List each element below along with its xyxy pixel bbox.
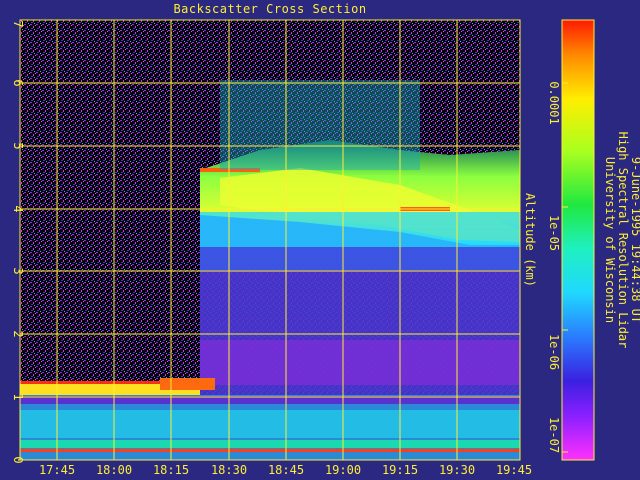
y-tick-label: 2 [11, 330, 25, 337]
annotation-block: University of Wisconsin High Spectral Re… [603, 132, 640, 349]
fall-streaks [220, 80, 420, 170]
x-axis: 17:45 18:00 18:15 18:30 18:45 19:00 19:1… [39, 463, 532, 477]
plot-area [20, 20, 520, 460]
x-tick-label: 19:15 [382, 463, 418, 477]
colorbar-tick-label: 0.0001 [547, 81, 561, 124]
x-tick-label: 18:15 [153, 463, 189, 477]
colorbar-tick-label: 1e-07 [547, 417, 561, 453]
annotation-instrument: High Spectral Resolution Lidar [616, 132, 630, 349]
annotation-timestamp: 9-June-1995 19:44:38 UT [629, 157, 640, 323]
annotation-institution: University of Wisconsin [603, 157, 617, 323]
boundary-layer-band [20, 410, 520, 438]
x-tick-label: 19:45 [496, 463, 532, 477]
y-tick-label: 0 [11, 456, 25, 463]
x-tick-label: 18:30 [211, 463, 247, 477]
y-axis-label: Altitude (km) [523, 193, 537, 287]
colorbar-labels: 0.0001 1e-05 1e-06 1e-07 [547, 81, 561, 453]
low-cloud-core [160, 378, 215, 390]
x-tick-label: 19:00 [325, 463, 361, 477]
colorbar-tick-label: 1e-05 [547, 215, 561, 251]
surface-band [20, 440, 520, 448]
y-tick-label: 6 [11, 79, 25, 86]
y-tick-label: 1 [11, 393, 25, 400]
y-tick-label: 5 [11, 142, 25, 149]
colorbar [561, 19, 595, 461]
x-tick-label: 18:45 [268, 463, 304, 477]
backscatter-chart: 17:45 18:00 18:15 18:30 18:45 19:00 19:1… [11, 19, 640, 477]
y-tick-label: 3 [11, 267, 25, 274]
y-tick-label: 7 [11, 20, 25, 27]
colorbar-tick-label: 1e-06 [547, 334, 561, 370]
mid-signal-band [200, 340, 520, 385]
cloud-base [200, 212, 520, 247]
y-tick-label: 4 [11, 205, 25, 212]
x-tick-label: 17:45 [39, 463, 75, 477]
surface-line [20, 449, 520, 452]
x-tick-label: 18:00 [96, 463, 132, 477]
x-tick-label: 19:30 [439, 463, 475, 477]
